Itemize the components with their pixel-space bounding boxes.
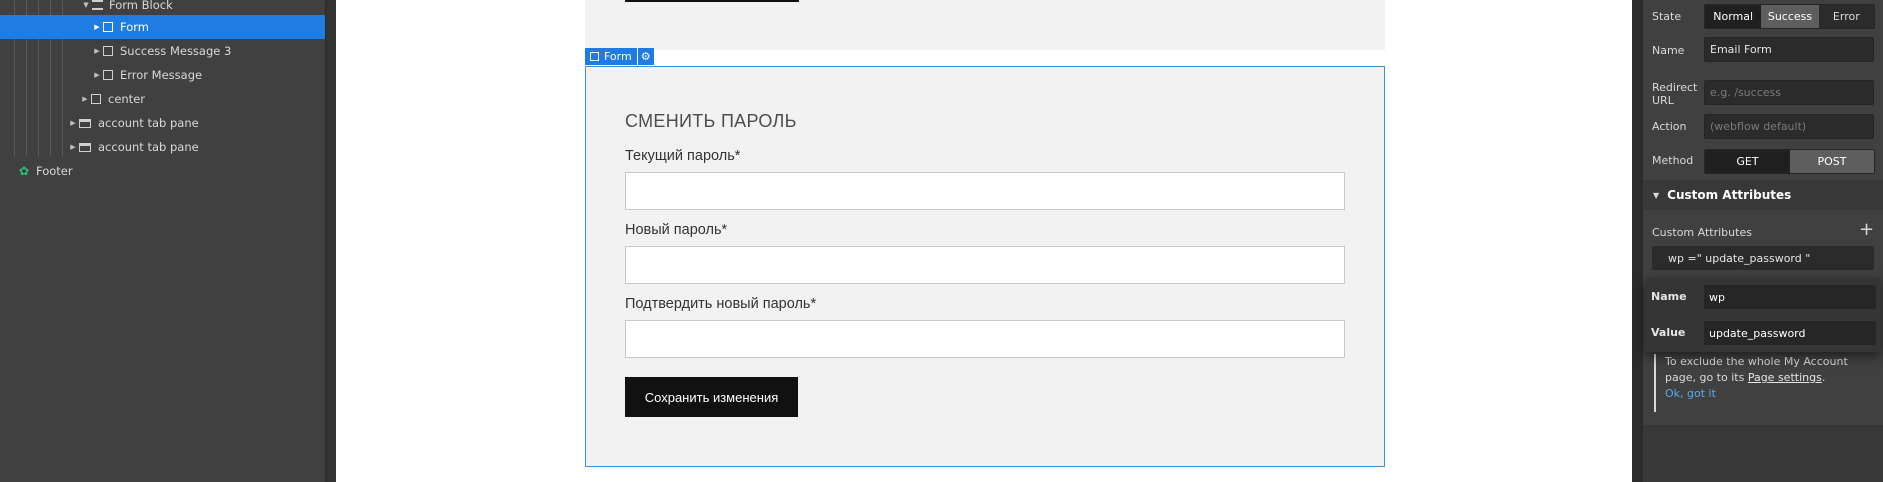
box-icon [103,22,113,32]
name-label: Name [1652,44,1685,57]
form-name-input[interactable]: Email Form [1704,37,1874,62]
state-normal-option[interactable]: Normal [1705,5,1762,28]
new-password-label: Новый пароль* [625,222,728,238]
attr-name-label: Name [1651,290,1687,303]
nav-item-account-tab-pane[interactable]: ▶ account tab pane [0,135,325,159]
attr-name-input[interactable]: wp [1704,285,1876,309]
method-label: Method [1652,154,1694,167]
current-password-input[interactable] [625,172,1345,210]
tab-pane-icon [79,142,91,152]
confirm-password-input[interactable] [625,320,1345,358]
action-label: Action [1652,120,1687,133]
custom-attributes-title: Custom Attributes [1652,226,1752,239]
note-text-line1: To exclude the whole My Account [1665,355,1848,368]
save-changes-button[interactable]: Сохранить изменения [625,377,798,417]
gear-icon[interactable]: ⚙ [636,48,654,65]
exclude-page-note: To exclude the whole My Account page, go… [1654,354,1869,412]
state-toggle: Normal Success Error [1704,4,1875,29]
ok-got-it-link[interactable]: Ok, got it [1665,387,1716,400]
attribute-editor-popover: Name wp Value update_password [1645,278,1881,352]
redirect-url-input[interactable]: e.g. /success [1704,80,1874,105]
nav-item-success-message[interactable]: ▶ Success Message 3 [0,39,325,63]
page-settings-link[interactable]: Page settings [1748,371,1822,384]
caret-right-icon[interactable]: ▶ [67,143,79,151]
box-icon [91,94,101,104]
panel-bottom-area [1643,425,1883,482]
attribute-chip[interactable]: wp =" update_password " [1652,246,1874,270]
box-icon [103,46,113,56]
form-block-icon [92,0,103,10]
new-password-input[interactable] [625,246,1345,284]
method-toggle: GET POST [1704,149,1875,174]
previous-form-block [585,0,1385,50]
nav-item-label: account tab pane [98,116,199,130]
nav-item-label: Success Message 3 [120,44,232,58]
navigator-panel: ▼ Form Block ▶ Form ▶ Success Message 3 … [0,0,325,482]
redirect-label-line2: URL [1652,94,1674,107]
nav-item-label: Error Message [120,68,203,82]
settings-panel-edge [1632,0,1643,482]
section-title: Custom Attributes [1667,188,1792,202]
state-error-option[interactable]: Error [1819,5,1874,28]
note-text-end: . [1821,371,1826,384]
add-attribute-icon[interactable]: + [1859,221,1874,239]
nav-item-error-message[interactable]: ▶ Error Message [0,63,325,87]
note-text-line2: page, go to its [1665,371,1748,384]
nav-item-label: Footer [36,164,73,178]
caret-right-icon[interactable]: ▶ [67,119,79,127]
form-heading: СМЕНИТЬ ПАРОЛЬ [625,111,797,131]
action-input[interactable]: (webflow default) [1704,114,1874,139]
nav-item-footer[interactable]: ✿ Footer [0,159,325,183]
caret-right-icon[interactable]: ▶ [79,95,91,103]
nav-item-account-tab-pane[interactable]: ▶ account tab pane [0,111,325,135]
nav-item-label: account tab pane [98,140,199,154]
form-element[interactable]: СМЕНИТЬ ПАРОЛЬ Текущий пароль* Новый пар… [585,66,1385,467]
state-label: State [1652,10,1682,23]
nav-item-center[interactable]: ▶ center [0,87,325,111]
caret-down-icon[interactable]: ▼ [80,1,92,9]
method-post-option[interactable]: POST [1790,150,1874,173]
caret-right-icon[interactable]: ▶ [91,71,103,79]
nav-item-form[interactable]: ▶ Form [0,15,325,39]
box-icon [103,70,113,80]
caret-down-icon: ▼ [1653,190,1660,200]
confirm-password-label: Подтвердить новый пароль* [625,296,817,312]
element-tag-label: Form [604,50,632,63]
previous-button-edge [625,0,799,2]
tab-pane-icon [79,118,91,128]
nav-item-label: Form Block [109,0,173,12]
settings-panel: State Normal Success Error Name Email Fo… [1643,0,1883,482]
method-get-option[interactable]: GET [1705,150,1790,173]
redirect-label-line1: Redirect [1652,81,1698,94]
caret-right-icon[interactable]: ▶ [91,23,103,31]
custom-attributes-section-header[interactable]: ▼ Custom Attributes [1643,180,1883,210]
state-success-option[interactable]: Success [1761,5,1819,28]
nav-item-label: center [108,92,145,106]
symbol-icon: ✿ [18,164,30,178]
element-tag-form[interactable]: Form ⚙ [585,48,654,65]
box-icon [590,52,599,61]
caret-right-icon[interactable]: ▶ [91,47,103,55]
attr-value-input[interactable]: update_password [1704,321,1876,345]
navigator-resize-edge[interactable] [325,0,336,482]
attr-value-label: Value [1651,326,1686,339]
redirect-url-label: Redirect URL [1652,81,1697,107]
nav-item-label: Form [120,20,149,34]
current-password-label: Текущий пароль* [625,148,741,164]
